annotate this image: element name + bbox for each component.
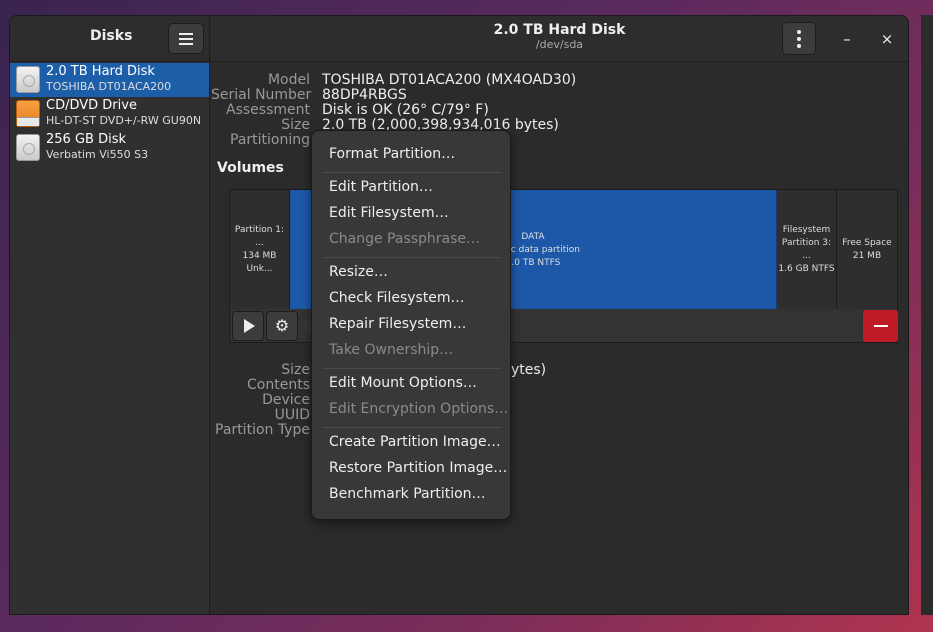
play-icon: [244, 319, 255, 333]
background-window-edge: [921, 15, 933, 615]
disk-model: TOSHIBA DT01ACA200: [46, 80, 172, 93]
menu-item-edit-partition[interactable]: Edit Partition…: [329, 179, 433, 195]
partition-type-label: Partition Type: [215, 422, 310, 438]
menu-item-edit-filesystem[interactable]: Edit Filesystem…: [329, 205, 449, 221]
sidebar-header: Disks: [10, 16, 209, 62]
model-value: TOSHIBA DT01ACA200 (MX4OAD30): [322, 72, 577, 88]
close-button[interactable]: ×: [876, 28, 898, 50]
sidebar-disk-2tb[interactable]: 2.0 TB Hard Disk TOSHIBA DT01ACA200: [10, 63, 209, 97]
kebab-menu-icon: [797, 29, 801, 34]
contents-label: Contents: [247, 377, 310, 393]
serial-value: 88DP4RBGS: [322, 87, 407, 103]
assessment-value: Disk is OK (26° C/79° F): [322, 102, 489, 118]
volume-partition-1[interactable]: Partition 1: ... 134 MB Unk...: [230, 190, 290, 310]
hdd-icon: [16, 134, 40, 161]
assessment-label: Assessment: [226, 102, 310, 118]
serial-label: Serial Number: [211, 87, 312, 103]
partition-size-label: Size: [281, 362, 310, 378]
partition-options-button[interactable]: ⚙: [266, 311, 298, 341]
header-bar: 2.0 TB Hard Disk /dev/sda – ×: [211, 16, 908, 62]
partitioning-label: Partitioning: [230, 132, 310, 148]
mount-button[interactable]: [232, 311, 264, 341]
disk-model: Verbatim Vi550 S3: [46, 148, 149, 161]
menu-item-check-filesystem[interactable]: Check Filesystem…: [329, 290, 465, 306]
sidebar-disk-256gb[interactable]: 256 GB Disk Verbatim Vi550 S3: [10, 131, 209, 165]
menu-item-restore-partition-image[interactable]: Restore Partition Image…: [329, 460, 507, 476]
menu-item-edit-mount-options[interactable]: Edit Mount Options…: [329, 375, 477, 391]
partition-options-menu: Format Partition… Edit Partition… Edit F…: [311, 130, 511, 520]
menu-item-create-partition-image[interactable]: Create Partition Image…: [329, 434, 501, 450]
disk-name: 256 GB Disk: [46, 132, 126, 147]
menu-item-repair-filesystem[interactable]: Repair Filesystem…: [329, 316, 466, 332]
model-label: Model: [267, 72, 310, 88]
menu-item-edit-encryption-options: Edit Encryption Options…: [329, 401, 509, 417]
main-menu-button[interactable]: [168, 23, 204, 54]
minimize-button[interactable]: –: [836, 28, 858, 50]
menu-item-change-passphrase: Change Passphrase…: [329, 231, 481, 247]
menu-separator: [323, 257, 501, 258]
disk-menu-button[interactable]: [782, 22, 816, 55]
disk-name: CD/DVD Drive: [46, 98, 137, 113]
size-label: Size: [281, 117, 310, 133]
disk-name: 2.0 TB Hard Disk: [46, 64, 155, 79]
volume-free-space[interactable]: Free Space 21 MB: [837, 190, 897, 310]
partition-size-value: ytes): [511, 362, 547, 378]
menu-separator: [323, 427, 501, 428]
menu-item-take-ownership: Take Ownership…: [329, 342, 454, 358]
menu-item-resize[interactable]: Resize…: [329, 264, 388, 280]
disk-model: HL-DT-ST DVD+/-RW GU90N: [46, 114, 202, 127]
sidebar: Disks 2.0 TB Hard Disk TOSHIBA DT01ACA20…: [10, 16, 210, 614]
volume-partition-3[interactable]: Filesystem Partition 3: ... 1.6 GB NTFS: [777, 190, 837, 310]
delete-partition-button[interactable]: [863, 310, 898, 342]
hamburger-icon: [179, 32, 193, 35]
sidebar-disk-cdrom[interactable]: CD/DVD Drive HL-DT-ST DVD+/-RW GU90N: [10, 97, 209, 131]
hdd-icon: [16, 66, 40, 93]
menu-separator: [323, 172, 501, 173]
menu-item-benchmark-partition[interactable]: Benchmark Partition…: [329, 486, 486, 502]
device-label: Device: [262, 392, 310, 408]
menu-item-format-partition[interactable]: Format Partition…: [329, 146, 455, 162]
volumes-heading: Volumes: [217, 160, 284, 176]
minus-icon: [873, 325, 888, 327]
gear-icon: ⚙: [274, 316, 290, 335]
optical-drive-icon: [16, 100, 40, 127]
uuid-label: UUID: [274, 407, 310, 423]
menu-separator: [323, 368, 501, 369]
